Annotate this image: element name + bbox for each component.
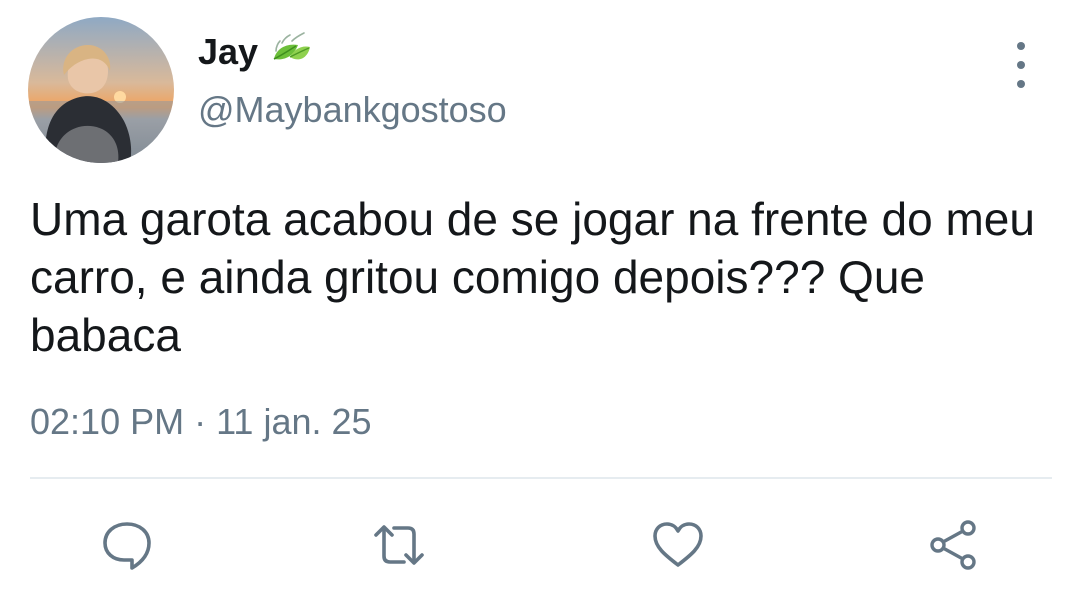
avatar[interactable] [28,17,174,163]
leaf-emoji-icon [268,29,314,75]
divider [30,477,1052,479]
vertical-ellipsis-dot [1017,61,1025,69]
retweet-button[interactable] [372,518,426,572]
reply-button[interactable] [100,518,154,572]
like-button[interactable] [651,518,705,572]
tweet-text: Uma garota acabou de se jogar na frente … [30,193,1035,361]
display-name[interactable]: Jay [198,34,258,70]
tweet-timestamp[interactable]: 02:10 PM · 11 jan. 25 [30,404,372,440]
vertical-ellipsis-icon [1017,42,1025,50]
vertical-ellipsis-dot [1017,80,1025,88]
share-button[interactable] [926,518,980,572]
heart-icon [653,522,703,567]
user-handle[interactable]: @Maybankgostoso [198,92,507,128]
more-options-button[interactable] [1002,42,1040,88]
retweet-icon [374,525,424,565]
speech-bubble-icon [103,522,151,570]
share-icon [930,520,976,570]
